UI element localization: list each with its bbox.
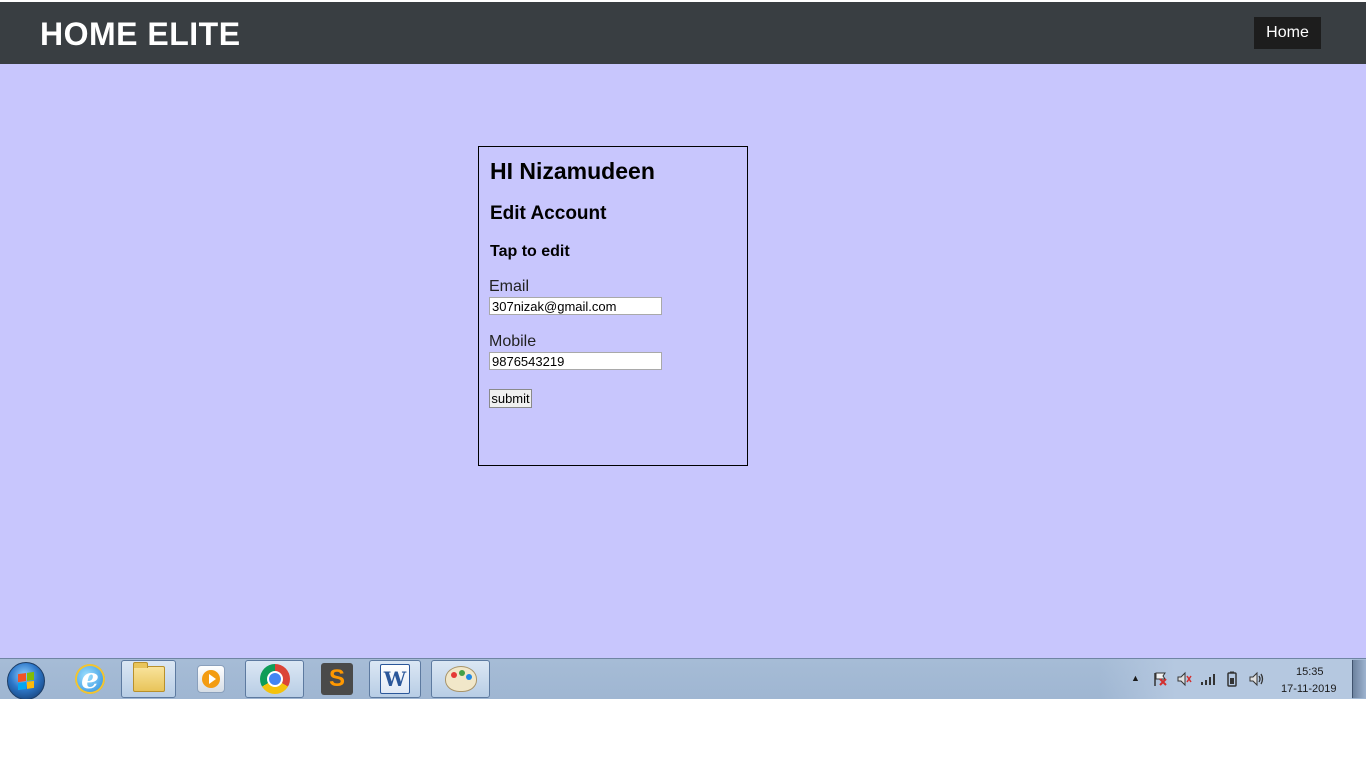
taskbar-explorer-button[interactable]: [121, 660, 176, 698]
sublime-text-icon: S: [321, 663, 353, 695]
internet-explorer-icon: e: [75, 664, 105, 694]
taskbar-ie-button[interactable]: e: [65, 660, 115, 698]
network-signal-icon[interactable]: [1200, 671, 1216, 689]
action-center-flag-icon[interactable]: [1152, 671, 1168, 689]
top-navbar: HOME ELITE Home: [0, 2, 1366, 64]
battery-icon[interactable]: [1226, 671, 1238, 689]
email-field[interactable]: [489, 297, 662, 315]
windows-taskbar: e S W ▲ 15:35 17-11-2019: [0, 658, 1366, 700]
volume-icon[interactable]: [1248, 671, 1264, 689]
speaker-muted-icon[interactable]: [1176, 671, 1192, 689]
clock-time[interactable]: 15:35: [1296, 666, 1324, 678]
edit-account-card: HI Nizamudeen Edit Account Tap to edit E…: [478, 146, 748, 466]
taskbar-word-button[interactable]: W: [369, 660, 421, 698]
media-player-icon: [197, 665, 225, 693]
submit-button[interactable]: submit: [489, 389, 532, 408]
mobile-field[interactable]: [489, 352, 662, 370]
greeting-heading: HI Nizamudeen: [490, 158, 655, 184]
tap-to-edit-label: Tap to edit: [490, 243, 570, 260]
show-hidden-icons-icon[interactable]: ▲: [1131, 674, 1140, 683]
show-desktop-button[interactable]: [1352, 660, 1366, 698]
main-content: HI Nizamudeen Edit Account Tap to edit E…: [0, 64, 1366, 658]
edit-account-heading: Edit Account: [490, 203, 607, 224]
screen-bottom-area: [0, 699, 1366, 768]
home-link[interactable]: Home: [1254, 17, 1321, 49]
paint-icon: [444, 666, 477, 692]
taskbar-paint-button[interactable]: [431, 660, 490, 698]
file-explorer-icon: [132, 662, 165, 692]
start-button[interactable]: [7, 662, 45, 700]
email-label: Email: [489, 278, 530, 295]
mobile-label: Mobile: [489, 333, 537, 350]
taskbar-media-button[interactable]: [185, 660, 237, 698]
taskbar-chrome-button[interactable]: [245, 660, 304, 698]
windows-logo-icon: [18, 671, 34, 691]
word-icon: W: [380, 664, 410, 694]
clock-date[interactable]: 17-11-2019: [1281, 683, 1336, 695]
chrome-icon: [259, 664, 290, 694]
taskbar-sublime-button[interactable]: S: [311, 660, 363, 698]
brand-title[interactable]: HOME ELITE: [40, 16, 241, 53]
